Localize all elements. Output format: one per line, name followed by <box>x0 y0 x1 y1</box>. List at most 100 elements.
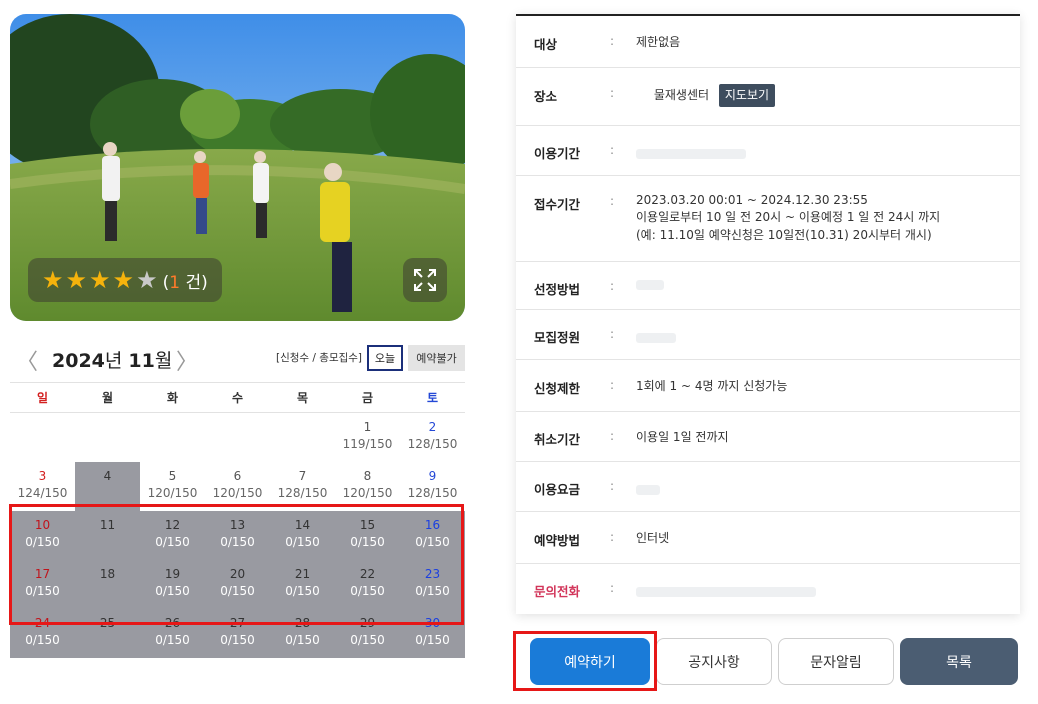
info-value-place: 물재생센터 지도보기 <box>636 84 776 108</box>
day-count: 128/150 <box>407 486 458 501</box>
calendar-day-cell-unavailable: 28 0/150 <box>270 609 335 658</box>
calendar-grid: 일 월 화 수 목 금 토 1 119/150 2 128/150 3 124/150… <box>10 382 465 658</box>
day-count: 0/150 <box>25 584 60 599</box>
next-month-button[interactable]: 〉 <box>176 344 198 376</box>
day-count: 0/150 <box>155 633 190 648</box>
day-number: 17 <box>34 567 51 581</box>
day-number: 22 <box>359 567 376 581</box>
calendar-day-cell[interactable]: 5 120/150 <box>140 462 205 511</box>
weekday-mon: 월 <box>101 391 114 405</box>
day-count: 0/150 <box>350 535 385 550</box>
rating-count: (1 건) <box>163 268 208 293</box>
info-row-use-period: 이용기간 : <box>516 126 1020 176</box>
calendar-day-cell[interactable]: 1 119/150 <box>335 413 400 462</box>
info-label-use-period: 이용기간 <box>534 146 581 161</box>
info-colon: : <box>610 581 615 595</box>
weekday-wed: 수 <box>231 391 244 405</box>
calendar-day-cell[interactable]: 7 128/150 <box>270 462 335 511</box>
info-label-apply-period: 접수기간 <box>534 197 581 212</box>
calendar-day-cell <box>10 413 75 462</box>
calendar-day-cell[interactable]: 2 128/150 <box>400 413 465 462</box>
calendar-month: 11 <box>128 350 155 372</box>
day-count: 0/150 <box>220 535 255 550</box>
weekday-sun: 일 <box>36 391 49 405</box>
star-full-icon: ★ <box>65 266 88 294</box>
info-label-cancel: 취소기간 <box>534 432 581 447</box>
notice-button[interactable]: 공지사항 <box>656 638 772 685</box>
day-number: 12 <box>164 518 181 532</box>
calendar-day-cell-unavailable: 12 0/150 <box>140 511 205 560</box>
day-number: 8 <box>363 469 372 483</box>
day-number: 29 <box>359 616 376 630</box>
day-number: 23 <box>424 567 441 581</box>
day-count: 0/150 <box>25 633 60 648</box>
calendar-week: 10 0/150 11 12 0/150 13 0/150 14 0/150 15 0/1… <box>10 511 465 560</box>
calendar-year-suffix: 년 <box>104 350 129 372</box>
info-label-place: 장소 <box>534 89 558 104</box>
calendar-header: 〈 2024년 11월 〉 [신청수 / 총모집수] 오늘 예약불가 <box>10 340 465 380</box>
day-number: 30 <box>424 616 441 630</box>
day-count: 124/150 <box>17 486 68 501</box>
calendar-month-suffix: 월 <box>154 350 173 372</box>
day-count: 119/150 <box>342 437 393 452</box>
apply-period-line: (예: 11.10일 예약신청은 10일전(10.31) 20시부터 개시) <box>636 227 932 242</box>
info-label-selection: 선정방법 <box>534 282 581 297</box>
star-full-icon: ★ <box>89 266 111 294</box>
day-count: 120/150 <box>342 486 393 501</box>
reserve-button[interactable]: 예약하기 <box>530 638 650 685</box>
calendar-day-cell-unavailable: 10 0/150 <box>10 511 75 560</box>
day-count: 0/150 <box>285 633 320 648</box>
day-number: 6 <box>233 469 242 483</box>
info-colon: : <box>610 279 615 293</box>
day-number: 9 <box>428 469 437 483</box>
calendar-day-cell-unavailable: 16 0/150 <box>400 511 465 560</box>
day-number: 1 <box>363 420 372 434</box>
info-label-phone: 문의전화 <box>534 584 581 599</box>
info-row-apply-period: 접수기간 : 2023.03.20 00:01 ~ 2024.12.30 23:… <box>516 176 1020 262</box>
redacted-text <box>636 586 816 597</box>
calendar-day-cell[interactable]: 6 120/150 <box>205 462 270 511</box>
list-button[interactable]: 목록 <box>900 638 1018 685</box>
calendar-day-cell-unavailable: 11 <box>75 511 140 560</box>
info-colon: : <box>610 86 615 100</box>
calendar-day-cell[interactable]: 8 120/150 <box>335 462 400 511</box>
day-number: 26 <box>164 616 181 630</box>
info-value-phone-redacted <box>636 583 816 600</box>
day-number: 15 <box>359 518 376 532</box>
star-empty-icon: ★ <box>136 266 158 294</box>
calendar-day-cell[interactable]: 3 124/150 <box>10 462 75 511</box>
today-button[interactable]: 오늘 <box>367 345 403 371</box>
prev-month-button[interactable]: 〈 <box>16 344 38 376</box>
calendar-day-cell <box>75 413 140 462</box>
map-view-button[interactable]: 지도보기 <box>718 84 776 108</box>
info-value-cancel: 이용일 1일 전까지 <box>636 430 729 444</box>
unavailable-legend: 예약불가 <box>408 345 465 371</box>
info-row-selection: 선정방법 : <box>516 262 1020 310</box>
day-number: 14 <box>294 518 311 532</box>
info-label-target: 대상 <box>534 37 558 52</box>
info-row-phone: 문의전화 : <box>516 564 1020 614</box>
day-number: 10 <box>34 518 51 532</box>
rating-badge: ★ ★ ★ ★ ★ (1 건) <box>28 258 222 302</box>
calendar-day-cell[interactable]: 9 128/150 <box>400 462 465 511</box>
day-number: 16 <box>424 518 441 532</box>
day-count: 128/150 <box>407 437 458 452</box>
star-full-icon: ★ <box>42 266 64 294</box>
day-number: 2 <box>428 420 437 434</box>
day-count: 0/150 <box>155 535 190 550</box>
info-colon: : <box>610 194 615 208</box>
calendar-day-cell-unavailable: 17 0/150 <box>10 560 75 609</box>
day-count: 0/150 <box>350 584 385 599</box>
calendar-day-cell <box>270 413 335 462</box>
day-count: 0/150 <box>285 535 320 550</box>
info-value-target: 제한없음 <box>636 35 681 49</box>
day-count: 0/150 <box>155 584 190 599</box>
info-label-limit: 신청제한 <box>534 381 581 396</box>
weekday-fri: 금 <box>361 391 374 405</box>
sms-alert-button[interactable]: 문자알림 <box>778 638 894 685</box>
calendar-day-cell-unavailable: 29 0/150 <box>335 609 400 658</box>
weekday-sat: 토 <box>426 391 439 405</box>
expand-photo-button[interactable] <box>403 258 447 302</box>
calendar-day-cell-unavailable: 27 0/150 <box>205 609 270 658</box>
info-row-target: 대상 : 제한없음 <box>516 16 1020 68</box>
